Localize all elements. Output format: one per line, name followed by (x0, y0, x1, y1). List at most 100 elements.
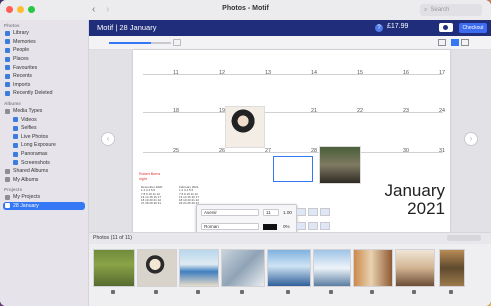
align-center-button[interactable] (308, 208, 318, 216)
sidebar-item-shared-albums[interactable]: Shared Albums (0, 167, 88, 176)
photo-thumbnail[interactable] (221, 249, 265, 295)
mini-calendar-previous: December 2020 1 2 3 4 5 67 8 9 10 11 12 1… (141, 185, 163, 206)
zoom-slider-fill[interactable] (109, 42, 151, 44)
font-size-select[interactable]: 11 (263, 209, 279, 216)
calendar-week-row: 18 19 21 22 23 24 (143, 106, 445, 152)
sidebar-item-recently-deleted[interactable]: Recently Deleted (0, 89, 88, 98)
title-bar: ‹ › Photos - Motif ⌕ Search (0, 0, 491, 21)
sidebar-item-videos[interactable]: Videos (0, 115, 88, 124)
folder-icon (5, 177, 10, 183)
used-marker (449, 290, 453, 294)
help-icon[interactable]: ? (375, 24, 383, 32)
photo-thumbnail[interactable] (137, 249, 177, 295)
preview-button[interactable] (439, 23, 453, 32)
sidebar-item-favourites[interactable]: Favourites (0, 63, 88, 72)
photo-thumbnail[interactable] (439, 249, 465, 295)
spread-view-icon[interactable] (461, 39, 469, 46)
single-page-view-icon[interactable] (451, 39, 459, 46)
day-number: 30 (403, 148, 409, 154)
search-placeholder: Search (430, 7, 450, 13)
window-title: Photos - Motif (222, 5, 269, 12)
sidebar-item-media-types[interactable]: Media Types (0, 107, 88, 116)
sidebar-header-albums: Albums (4, 100, 21, 106)
sidebar-item-screenshots[interactable]: Screenshots (0, 158, 88, 167)
heart-icon (5, 65, 10, 71)
day-number: 17 (439, 70, 445, 76)
selfie-icon (13, 125, 18, 131)
event-note[interactable]: Robert Burns night (139, 172, 160, 182)
clock-icon (5, 73, 10, 79)
photo-thumbnail[interactable] (267, 249, 311, 295)
sidebar-item-live-photos[interactable]: Live Photos (0, 133, 88, 142)
day-number: 12 (219, 70, 225, 76)
folder-icon (5, 108, 10, 114)
sidebar-item-my-projects[interactable]: My Projects (0, 193, 88, 202)
day-number: 26 (219, 148, 225, 154)
live-photo-icon (13, 134, 18, 140)
sidebar-item-imports[interactable]: Imports (0, 81, 88, 90)
sidebar-item-panoramas[interactable]: Panoramas (0, 150, 88, 159)
next-page-arrow[interactable]: › (464, 132, 478, 146)
photo-thumbnail[interactable] (313, 249, 351, 295)
photo-thumbnail[interactable] (179, 249, 219, 295)
used-marker (286, 290, 290, 294)
calendar-photo[interactable] (225, 106, 265, 148)
previous-page-arrow[interactable]: ‹ (101, 132, 115, 146)
sidebar-header-projects: Projects (4, 187, 23, 193)
calendar-photo[interactable] (319, 146, 361, 184)
font-family-select[interactable]: Avenir (201, 209, 259, 216)
screenshot-icon (13, 160, 18, 166)
folder-icon (5, 168, 10, 174)
day-number: 15 (357, 70, 363, 76)
project-toolbar: Motif | 28 January ? £17.99 Checkout (89, 20, 491, 36)
price-selector[interactable]: £17.99 (387, 23, 408, 30)
sidebar-item-recents[interactable]: Recents (0, 72, 88, 81)
line-spacing-field[interactable]: 1.00 (283, 209, 292, 216)
align-right-button[interactable] (320, 208, 330, 216)
day-number: 24 (439, 108, 445, 114)
underline-button[interactable] (320, 222, 330, 230)
photo-thumbnail[interactable] (93, 249, 135, 295)
day-number: 27 (265, 148, 271, 154)
search-input[interactable]: ⌕ Search (420, 4, 482, 16)
selected-empty-cell[interactable] (273, 156, 313, 182)
day-number: 21 (311, 108, 317, 114)
search-icon: ⌕ (424, 6, 428, 13)
sidebar-item-long-exposure[interactable]: Long Exposure (0, 141, 88, 150)
opacity-field[interactable]: 0% (283, 223, 290, 230)
places-icon (5, 56, 10, 62)
sidebar-item-28-january[interactable]: 28 January (3, 201, 85, 211)
used-marker (240, 290, 244, 294)
sidebar-item-places[interactable]: Places (0, 55, 88, 64)
used-marker (412, 290, 416, 294)
photos-strip (89, 244, 491, 306)
day-number: 11 (173, 70, 179, 76)
photos-window: ‹ › Photos - Motif ⌕ Search Photos Libra… (0, 0, 491, 306)
day-number: 31 (439, 148, 445, 154)
zoom-fit-icon[interactable] (173, 39, 181, 46)
sidebar-item-library[interactable]: Library (0, 29, 88, 38)
zoom-slider-track[interactable] (151, 42, 171, 44)
text-color-swatch[interactable] (263, 224, 277, 230)
day-number: 25 (173, 148, 179, 154)
day-number: 22 (357, 108, 363, 114)
photo-thumbnail[interactable] (353, 249, 393, 295)
sidebar-item-memories[interactable]: Memories (0, 38, 88, 47)
bold-button[interactable] (296, 222, 306, 230)
sidebar-item-selfies[interactable]: Selfies (0, 124, 88, 133)
trash-icon (5, 90, 10, 96)
font-style-select[interactable]: Roman (201, 223, 259, 230)
used-marker (154, 290, 158, 294)
align-left-button[interactable] (296, 208, 306, 216)
checkout-button[interactable]: Checkout (459, 23, 487, 33)
used-marker (196, 290, 200, 294)
italic-button[interactable] (308, 222, 318, 230)
sidebar-item-people[interactable]: People (0, 46, 88, 55)
month-title[interactable]: January 2021 (375, 182, 445, 218)
photos-sort-menu[interactable] (447, 235, 481, 241)
photo-thumbnail[interactable] (395, 249, 435, 295)
sidebar-header-photos: Photos (4, 23, 20, 28)
import-icon (5, 82, 10, 88)
sidebar-item-my-albums[interactable]: My Albums (0, 176, 88, 185)
grid-view-icon[interactable] (438, 39, 446, 46)
